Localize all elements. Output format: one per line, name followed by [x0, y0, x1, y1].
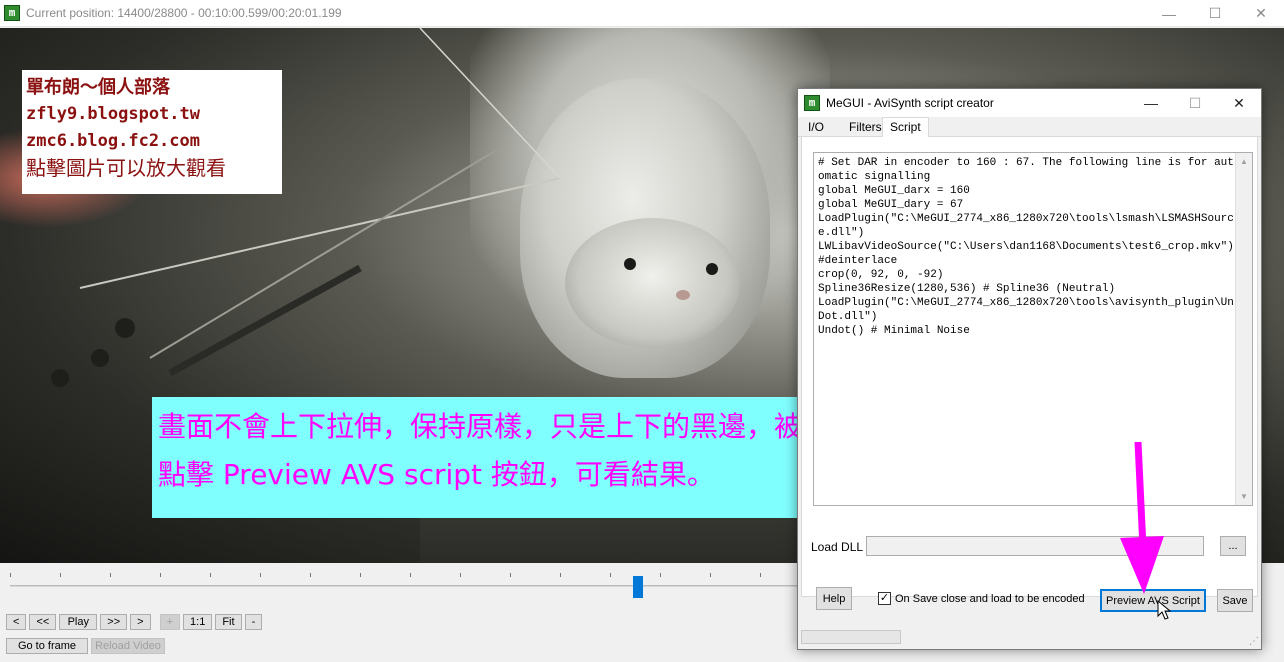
load-dll-browse-button[interactable]: ... [1220, 536, 1246, 556]
seek-tick [610, 573, 611, 577]
zoom-fit-button[interactable]: Fit [215, 614, 242, 630]
play-button[interactable]: Play [59, 614, 98, 630]
scroll-up-icon[interactable]: ▲ [1236, 153, 1252, 170]
seek-track[interactable] [10, 585, 800, 587]
load-dll-label: Load DLL [811, 540, 864, 554]
dialog-title: MeGUI - AviSynth script creator [826, 96, 994, 110]
seek-tick [460, 573, 461, 577]
seek-tick [360, 573, 361, 577]
script-tab-page: # Set DAR in encoder to 160 : 67. The fo… [801, 137, 1258, 597]
blog-name: 單布朗～個人部落 [26, 77, 170, 98]
dialog-maximize-button[interactable]: ☐ [1173, 89, 1217, 117]
close-button[interactable]: ✕ [1238, 0, 1284, 27]
blog-hint: 點擊圖片可以放大觀看 [26, 156, 226, 180]
seek-tick [110, 573, 111, 577]
resize-grip-icon[interactable]: ⋰ [1249, 636, 1259, 647]
checkbox-checked-icon[interactable]: ✓ [878, 592, 891, 605]
dialog-status-bar [801, 630, 901, 644]
dialog-close-button[interactable]: ✕ [1217, 89, 1261, 117]
on-save-label: On Save close and load to be encoded [895, 592, 1085, 605]
frame-controls: Go to frame Reload Video [6, 638, 165, 654]
seek-tick [310, 573, 311, 577]
prev-frame-button[interactable]: < [6, 614, 27, 630]
dialog-titlebar: m MeGUI - AviSynth script creator — ☐ ✕ [798, 89, 1261, 117]
blog-watermark: 單布朗～個人部落 zfly9.blogspot.tw zmc6.blog.fc2… [22, 70, 282, 194]
reload-video-button[interactable]: Reload Video [91, 638, 165, 654]
seek-tick [260, 573, 261, 577]
save-button[interactable]: Save [1217, 589, 1253, 612]
megui-app-icon: m [804, 95, 820, 111]
scroll-down-icon[interactable]: ▼ [1236, 488, 1252, 505]
seek-tick [160, 573, 161, 577]
script-scrollbar[interactable]: ▲ ▼ [1235, 153, 1252, 505]
zoom-out-button[interactable]: - [244, 614, 263, 630]
zoom-1to1-button[interactable]: 1:1 [183, 614, 213, 630]
seek-tick [60, 573, 61, 577]
annotation-arrow-icon [1120, 441, 1164, 594]
seek-tick [760, 573, 761, 577]
tab-script[interactable]: Script [882, 117, 929, 138]
tab-io[interactable]: I/O [801, 119, 831, 137]
blog-url-2: zmc6.blog.fc2.com [26, 131, 200, 151]
seek-bar[interactable] [0, 563, 800, 608]
megui-app-icon: m [4, 5, 20, 21]
script-editor[interactable]: # Set DAR in encoder to 160 : 67. The fo… [813, 152, 1253, 506]
help-button[interactable]: Help [816, 587, 852, 610]
rewind-button[interactable]: << [29, 614, 57, 630]
playback-controls: < << Play >> > + 1:1 Fit - [6, 614, 263, 630]
on-save-checkbox[interactable]: ✓ On Save close and load to be encoded [878, 592, 1085, 605]
zoom-in-button[interactable]: + [159, 614, 181, 630]
tab-strip: I/O Filters Script [798, 117, 1261, 138]
blog-url-1: zfly9.blogspot.tw [26, 104, 200, 124]
next-frame-button[interactable]: > [130, 614, 151, 630]
window-title: Current position: 14400/28800 - 00:10:00… [26, 6, 342, 20]
seek-tick [660, 573, 661, 577]
seek-tick [410, 573, 411, 577]
minimize-button[interactable]: — [1146, 0, 1192, 27]
script-text[interactable]: # Set DAR in encoder to 160 : 67. The fo… [818, 156, 1236, 338]
seek-tick [10, 573, 11, 577]
seek-tick [510, 573, 511, 577]
go-to-frame-button[interactable]: Go to frame [6, 638, 88, 654]
window-titlebar: m Current position: 14400/28800 - 00:10:… [0, 0, 1284, 27]
dialog-minimize-button[interactable]: — [1129, 89, 1173, 117]
seek-tick [210, 573, 211, 577]
seek-thumb[interactable] [633, 576, 643, 598]
fast-forward-button[interactable]: >> [100, 614, 128, 630]
avisynth-script-creator-dialog: m MeGUI - AviSynth script creator — ☐ ✕ … [797, 88, 1262, 650]
seek-tick [710, 573, 711, 577]
seek-tick [560, 573, 561, 577]
maximize-button[interactable]: ☐ [1192, 0, 1238, 27]
mouse-cursor-icon [1157, 600, 1171, 620]
